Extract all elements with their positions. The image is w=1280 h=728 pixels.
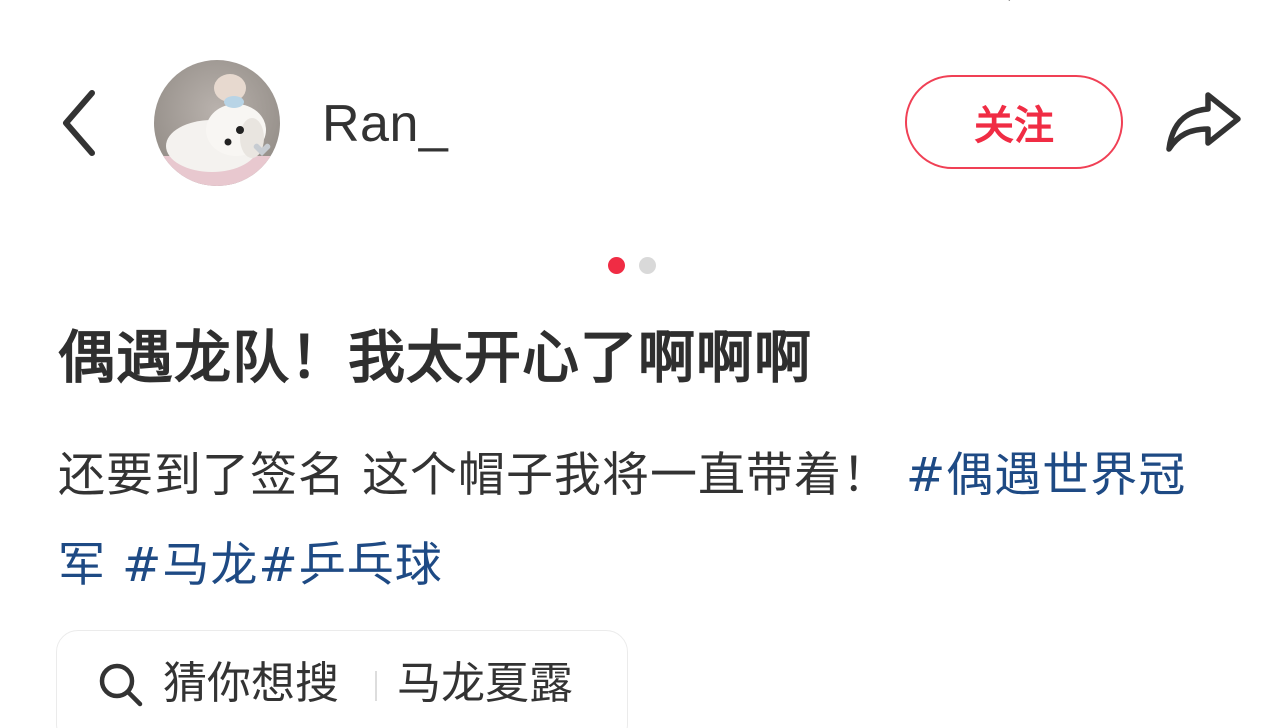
post-detail-page: Ran_ 关注 偶遇龙队！我太开心了啊啊啊 还要到了签名 这个帽子我将一直带着！… [0, 0, 1280, 728]
post-body: 还要到了签名 这个帽子我将一直带着！ #偶遇世界冠军 #马龙#乒乓球 [58, 431, 1228, 611]
carousel-indicator [608, 257, 656, 274]
share-button[interactable] [1160, 84, 1246, 160]
back-button[interactable] [48, 84, 112, 162]
suggestion-term[interactable]: 马龙夏露 [397, 653, 573, 715]
suggestion-label: 猜你想搜 [163, 658, 339, 709]
follow-button[interactable]: 关注 [905, 75, 1123, 169]
status-bar-remnant [1008, 0, 1011, 1]
suggestion-divider [375, 671, 377, 701]
hashtag-link[interactable]: #乒乓球 [258, 538, 442, 593]
post-body-text: 还要到了签名 这个帽子我将一直带着！ [58, 448, 890, 503]
post-title: 偶遇龙队！我太开心了啊啊啊 [58, 325, 812, 391]
search-suggestion-chip[interactable]: 猜你想搜 马龙夏露 [56, 630, 628, 728]
search-icon [99, 663, 143, 707]
share-arrow-icon [1166, 92, 1241, 152]
chevron-left-icon [63, 90, 95, 156]
hashtag-link[interactable]: #马龙 [122, 538, 258, 593]
author-name[interactable]: Ran_ [322, 92, 448, 156]
dog-avatar-image [154, 60, 280, 186]
author-avatar[interactable] [154, 60, 280, 186]
carousel-dot-1[interactable] [608, 257, 625, 274]
carousel-dot-2[interactable] [639, 257, 656, 274]
